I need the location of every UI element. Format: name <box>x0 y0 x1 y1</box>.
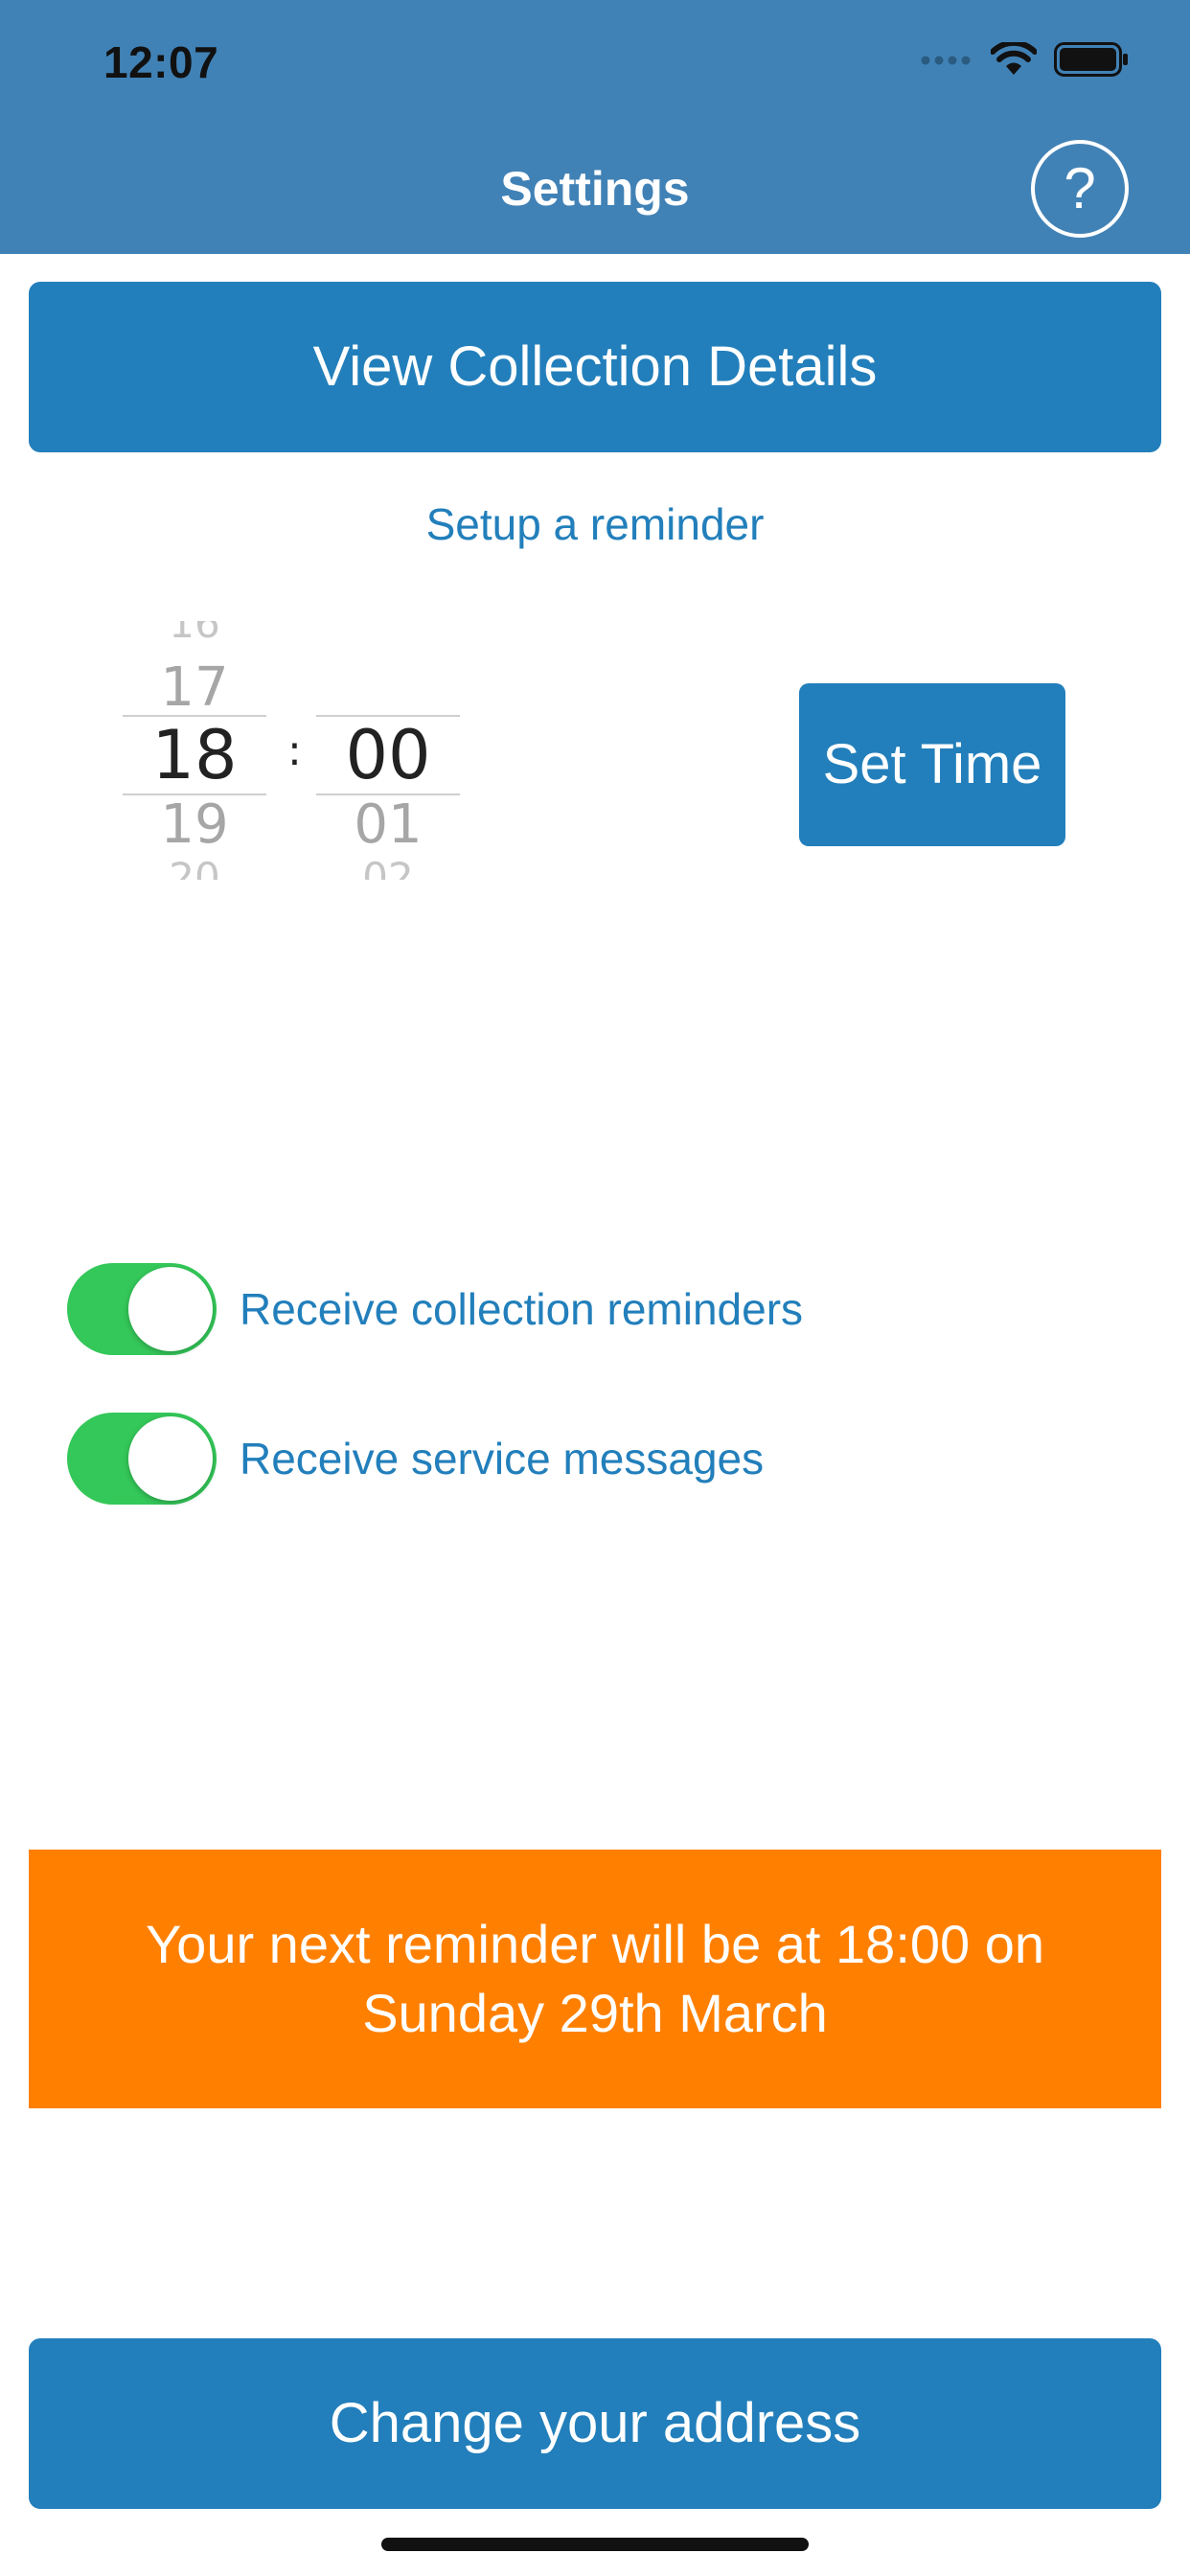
service-messages-row: Receive service messages <box>67 1413 764 1505</box>
hour-picker[interactable]: 16 17 18 19 20 <box>123 621 266 880</box>
time-separator: : <box>287 726 302 775</box>
next-reminder-line2: Sunday 29th March <box>362 1983 828 2043</box>
change-address-button[interactable]: Change your address <box>29 2338 1161 2509</box>
toggle-knob <box>128 1267 213 1351</box>
battery-icon <box>1054 41 1129 81</box>
minute-picker[interactable]: 00 01 02 <box>316 621 460 880</box>
hour-option: 19 <box>160 794 229 856</box>
service-messages-label: Receive service messages <box>240 1434 765 1484</box>
next-reminder-text: Your next reminder will be at 18:00 on S… <box>146 1910 1044 2048</box>
collection-reminders-row: Receive collection reminders <box>67 1263 803 1355</box>
service-messages-toggle[interactable] <box>67 1413 217 1505</box>
selected-hour: 18 <box>151 716 238 794</box>
collection-reminders-toggle[interactable] <box>67 1263 217 1355</box>
collection-reminders-label: Receive collection reminders <box>240 1284 804 1334</box>
status-time: 12:07 <box>103 37 219 87</box>
home-indicator[interactable] <box>381 2538 809 2551</box>
hour-option: 16 <box>169 621 220 647</box>
setup-reminder-label: Setup a reminder <box>425 499 765 549</box>
signal-icon <box>920 53 973 71</box>
selected-minute: 00 <box>345 716 431 794</box>
header-bar: 12:07 Settings ? <box>0 0 1190 254</box>
page-title: Settings <box>500 162 690 216</box>
hour-option: 17 <box>160 656 229 719</box>
help-button[interactable]: ? <box>1031 140 1129 238</box>
minute-option: 01 <box>354 794 423 856</box>
toggle-knob <box>128 1416 213 1501</box>
minute-option: 02 <box>362 854 414 880</box>
set-time-button[interactable]: Set Time <box>799 683 1065 846</box>
next-reminder-banner: Your next reminder will be at 18:00 on S… <box>29 1850 1161 2108</box>
hour-option: 20 <box>169 854 220 880</box>
wifi-icon <box>990 39 1038 81</box>
next-reminder-line1: Your next reminder will be at 18:00 on <box>145 1914 1045 1974</box>
status-icons <box>920 39 1129 81</box>
view-collection-details-button[interactable]: View Collection Details <box>29 282 1161 452</box>
